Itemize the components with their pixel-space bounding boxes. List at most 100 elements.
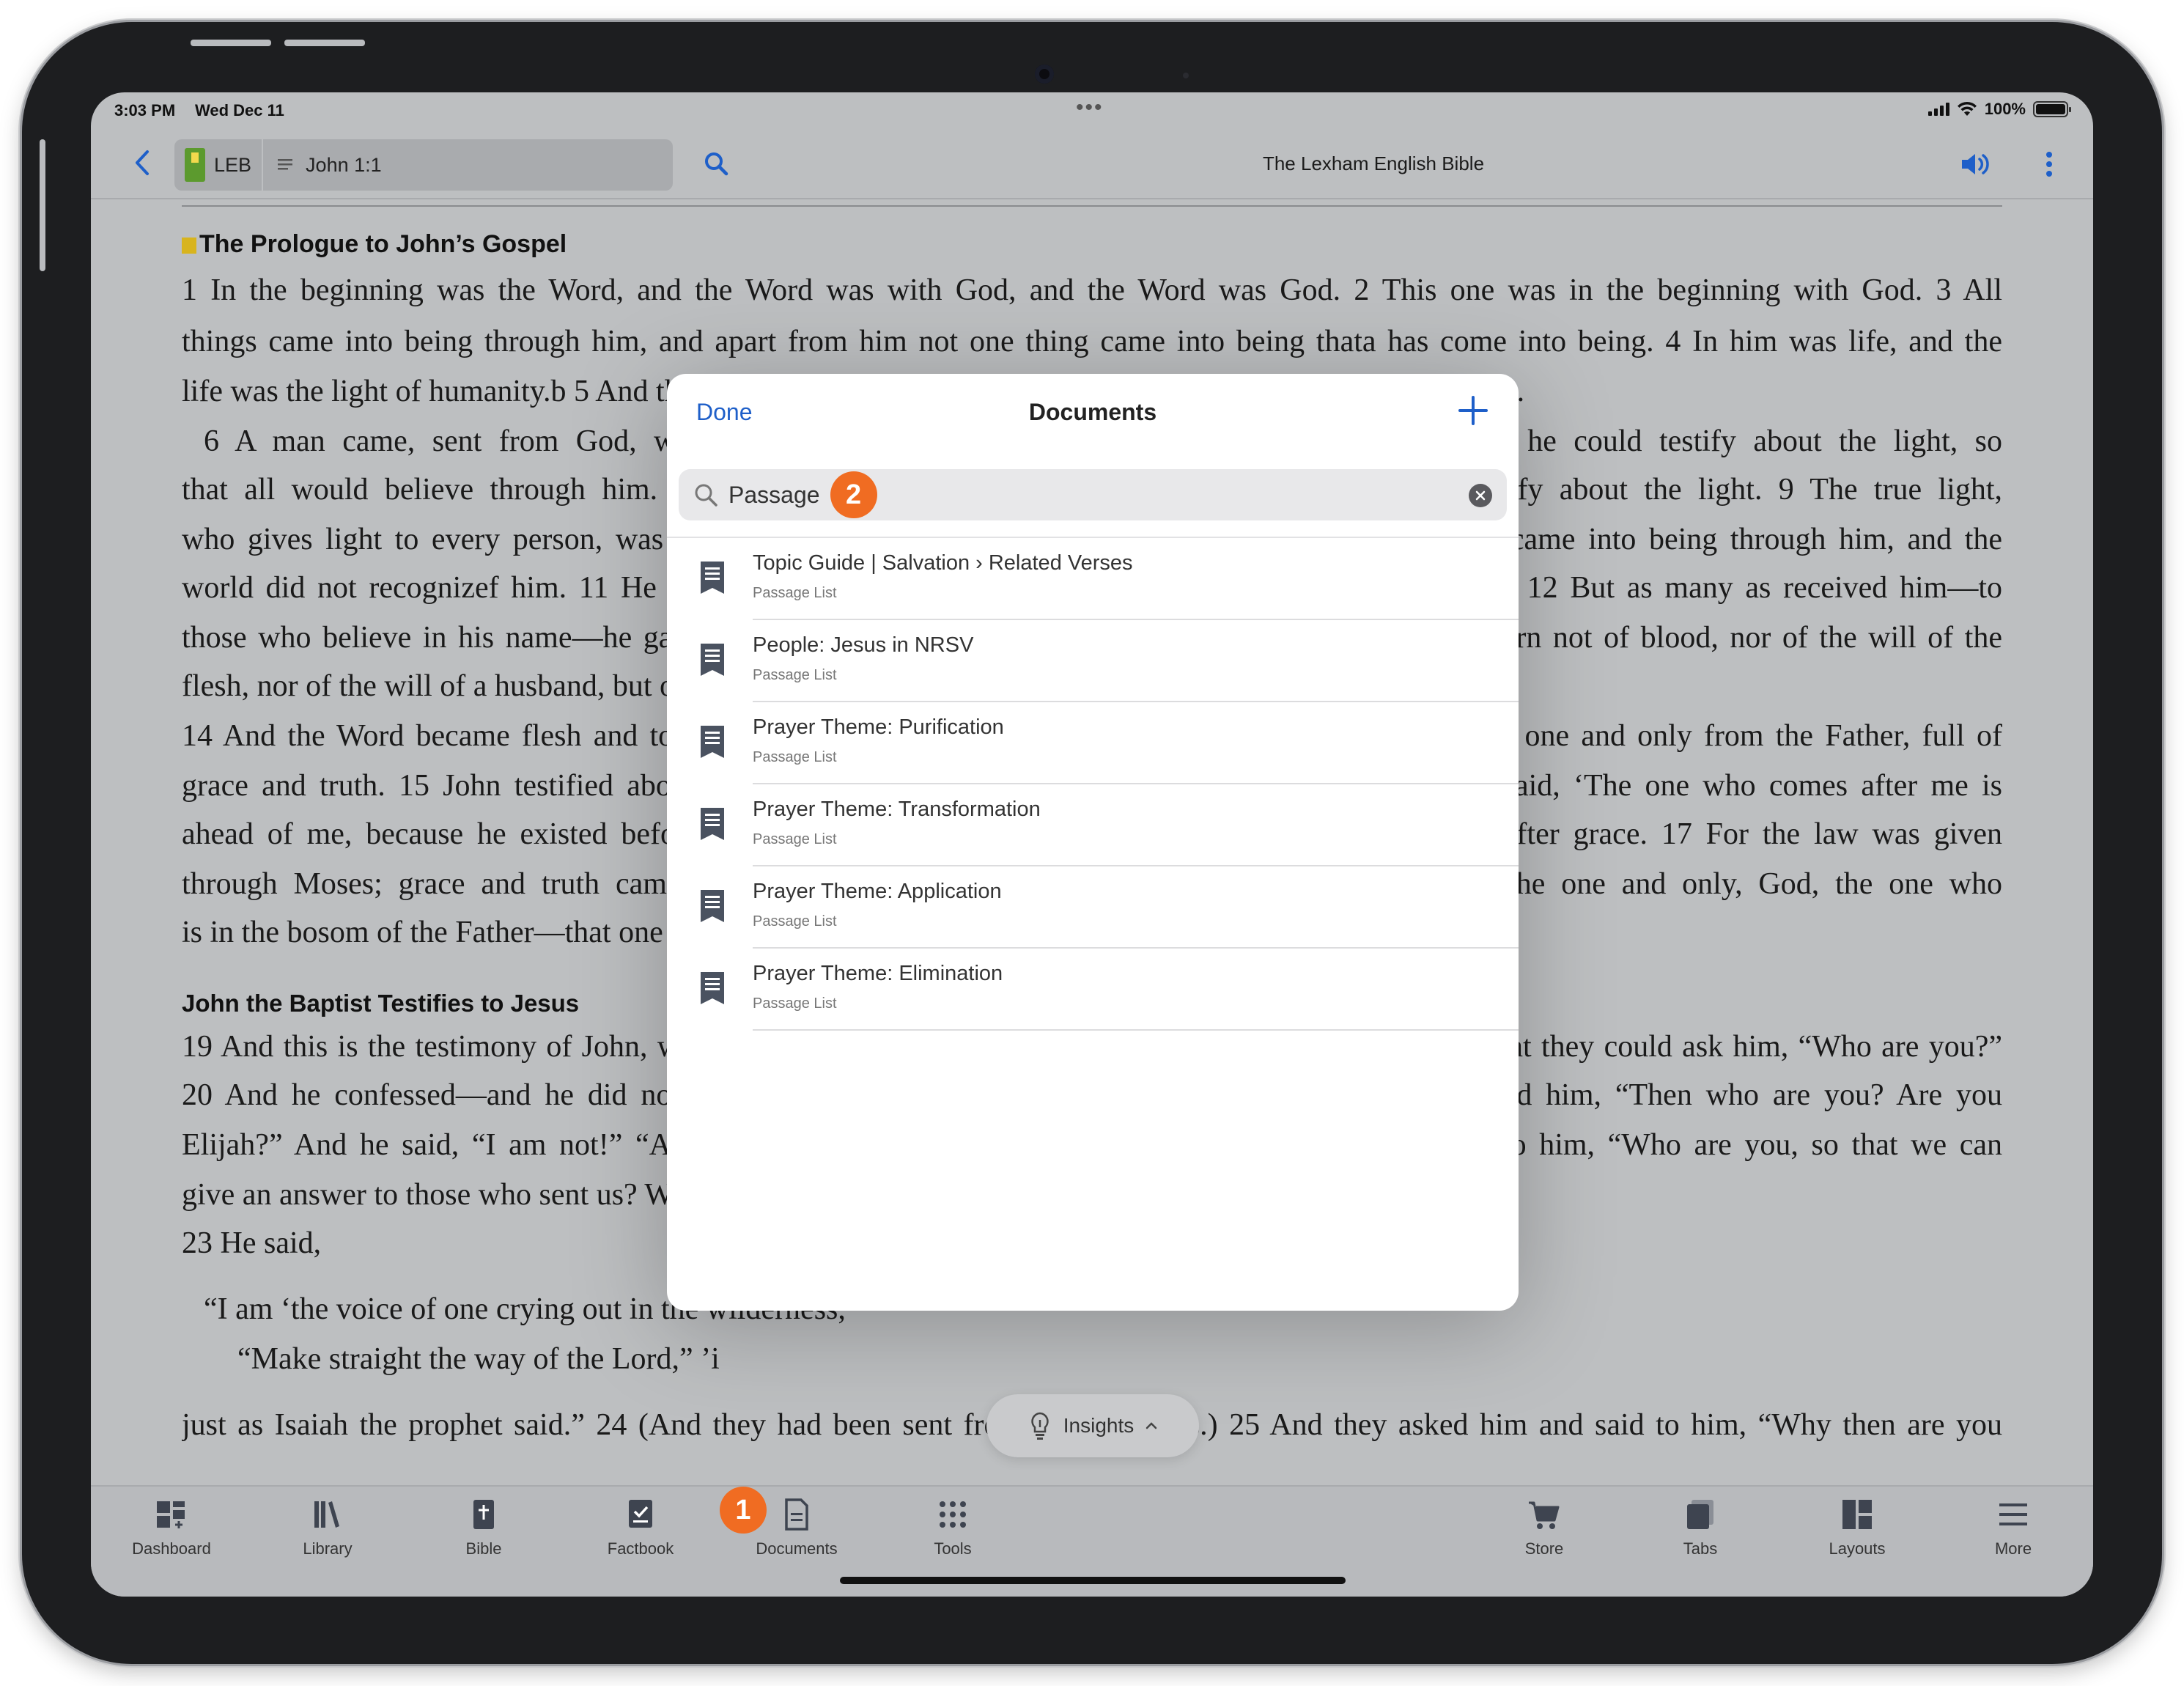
tabs-icon xyxy=(1687,1500,1713,1529)
reference-box: LEB John 1:1 xyxy=(174,139,673,191)
camera xyxy=(1035,65,1054,84)
more-options-button[interactable] xyxy=(2034,144,2064,185)
document-type: Passage List xyxy=(753,585,837,601)
list-item[interactable]: Prayer Theme: Purification Passage List xyxy=(667,702,1519,784)
list-item[interactable]: People: Jesus in NRSV Passage List xyxy=(667,620,1519,702)
tab-tools[interactable]: Tools xyxy=(887,1497,1019,1558)
document-type: Passage List xyxy=(753,749,837,765)
passage-selector[interactable]: John 1:1 xyxy=(263,154,382,177)
chevron-left-icon xyxy=(136,150,149,175)
list-item[interactable]: Topic Guide | Salvation › Related Verses… xyxy=(667,538,1519,620)
status-time: 3:03 PM xyxy=(114,101,176,119)
document-title: Topic Guide | Salvation › Related Verses xyxy=(753,551,1133,575)
search-button[interactable] xyxy=(696,144,736,183)
menu-icon xyxy=(1999,1503,2027,1525)
wifi-icon xyxy=(1957,101,1977,116)
lightbulb-icon xyxy=(1031,1412,1049,1440)
section-heading: John the Baptist Testifies to Jesus xyxy=(182,990,580,1017)
side-button xyxy=(40,139,45,271)
divider xyxy=(182,205,2002,207)
document-type: Passage List xyxy=(753,995,837,1012)
insights-button[interactable]: Insights xyxy=(986,1394,1199,1457)
chevron-up-icon xyxy=(1146,1422,1157,1429)
passage-list-icon xyxy=(701,972,724,1004)
battery-icon xyxy=(2033,101,2071,117)
resource-selector[interactable]: LEB xyxy=(174,139,264,191)
passage-list-icon xyxy=(701,726,724,758)
document-title: People: Jesus in NRSV xyxy=(753,633,974,657)
passage-list-icon xyxy=(701,808,724,840)
search-value: Passage xyxy=(728,481,820,508)
step-callout-1: 1 xyxy=(720,1487,767,1534)
list-item[interactable]: Prayer Theme: Transformation Passage Lis… xyxy=(667,784,1519,866)
tab-layouts[interactable]: Layouts xyxy=(1791,1497,1923,1558)
document-icon xyxy=(785,1498,808,1531)
battery-percent: 100% xyxy=(1984,100,2026,118)
poetry-line: “Make straight the way of the Lord,” ’i xyxy=(237,1342,720,1376)
text-line: 1 In the beginning was the Word, and the… xyxy=(182,273,2002,307)
cart-icon xyxy=(1529,1501,1560,1529)
document-type: Passage List xyxy=(753,913,837,929)
tab-factbook[interactable]: Factbook xyxy=(575,1497,707,1558)
passage-list-icon xyxy=(701,890,724,922)
divider xyxy=(753,1029,1519,1031)
cellular-signal-icon xyxy=(1927,103,1949,116)
passage-label: John 1:1 xyxy=(306,153,382,176)
search-icon xyxy=(705,152,728,176)
search-icon xyxy=(695,484,717,507)
vertical-ellipsis-icon xyxy=(2046,152,2052,177)
tab-bible[interactable]: Bible xyxy=(418,1497,550,1558)
screen: 3:03 PM Wed Dec 11 ••• 100% LEB John 1:1… xyxy=(91,92,2093,1597)
document-title: Prayer Theme: Transformation xyxy=(753,798,1041,821)
top-nav-bar: LEB John 1:1 The Lexham English Bible xyxy=(91,128,2093,199)
list-item[interactable]: Prayer Theme: Application Passage List xyxy=(667,866,1519,949)
status-date: Wed Dec 11 xyxy=(195,101,284,119)
bible-icon xyxy=(473,1500,494,1529)
sensor xyxy=(1183,73,1189,78)
passage-list-icon xyxy=(701,562,724,594)
modal-header: Done Documents xyxy=(667,374,1519,454)
status-bar: 3:03 PM Wed Dec 11 ••• 100% xyxy=(91,92,2093,128)
grid-icon xyxy=(940,1501,966,1528)
bible-cover-icon xyxy=(185,148,205,182)
volume-button xyxy=(191,40,271,46)
resource-label: LEB xyxy=(214,153,252,176)
documents-search-input[interactable]: Passage 2 xyxy=(679,469,1507,520)
document-title: Prayer Theme: Elimination xyxy=(753,962,1003,985)
section-heading: The Prologue to John’s Gospel xyxy=(182,230,567,259)
tab-dashboard[interactable]: Dashboard xyxy=(106,1497,237,1558)
factbook-icon xyxy=(629,1500,652,1528)
volume-button xyxy=(284,40,365,46)
add-document-button[interactable] xyxy=(1457,394,1489,427)
modal-title: Documents xyxy=(1028,399,1157,425)
close-icon xyxy=(1475,490,1486,501)
documents-modal: Done Documents Passage 2 Topic Guide | S… xyxy=(667,374,1519,1311)
clear-search-button[interactable] xyxy=(1469,484,1492,507)
insights-label: Insights xyxy=(1063,1414,1135,1437)
document-title: Prayer Theme: Purification xyxy=(753,715,1004,739)
list-item[interactable]: Prayer Theme: Elimination Passage List xyxy=(667,949,1519,1031)
audio-button[interactable] xyxy=(1954,144,1998,185)
lines-icon xyxy=(278,159,293,170)
back-button[interactable] xyxy=(120,142,164,183)
document-type: Passage List xyxy=(753,667,837,683)
tab-library[interactable]: Library xyxy=(262,1497,394,1558)
document-title: Prayer Theme: Application xyxy=(753,880,1002,903)
documents-list: Topic Guide | Salvation › Related Verses… xyxy=(667,538,1519,1031)
step-callout-2: 2 xyxy=(830,471,877,518)
speaker-icon xyxy=(1962,154,1989,174)
tab-more[interactable]: More xyxy=(1947,1497,2079,1558)
resource-title: The Lexham English Bible xyxy=(1262,152,1485,174)
library-icon xyxy=(314,1501,339,1528)
passage-list-icon xyxy=(701,644,724,676)
multitasking-dots[interactable]: ••• xyxy=(1076,95,1104,120)
status-right: 100% xyxy=(1927,100,2071,119)
text-line: things came into being through him, and … xyxy=(182,325,2002,358)
tab-tabs[interactable]: Tabs xyxy=(1634,1497,1766,1558)
highlight-marker xyxy=(182,238,196,254)
tab-store[interactable]: Store xyxy=(1478,1497,1610,1558)
dashboard-icon xyxy=(157,1501,185,1528)
layouts-icon xyxy=(1842,1500,1872,1529)
home-indicator[interactable] xyxy=(840,1577,1346,1584)
document-type: Passage List xyxy=(753,831,837,847)
